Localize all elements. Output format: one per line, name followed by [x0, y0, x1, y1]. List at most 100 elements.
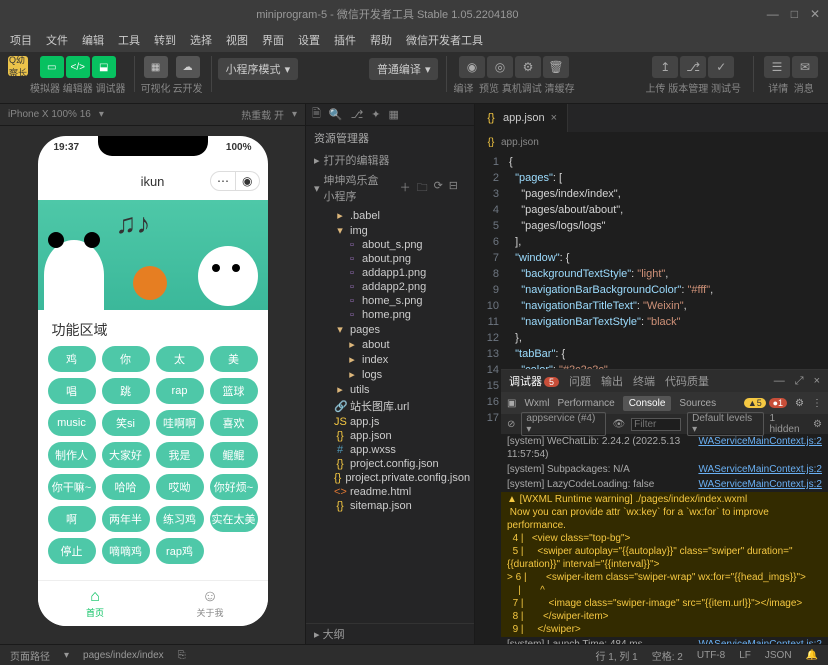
sound-button[interactable]: 篮球: [210, 378, 258, 404]
tree-item[interactable]: ▫home_s.png: [306, 294, 474, 308]
panel-max-icon[interactable]: ⤢: [795, 375, 804, 388]
sound-button[interactable]: 太: [156, 346, 204, 372]
details-button[interactable]: ☰: [764, 56, 790, 78]
editor-tab-app-json[interactable]: {} app.json ×: [475, 104, 568, 132]
encoding[interactable]: UTF-8: [697, 650, 725, 661]
menu-view[interactable]: 视图: [220, 30, 254, 50]
version-button[interactable]: ⎇: [680, 56, 706, 78]
editor-breadcrumb[interactable]: {} app.json: [475, 132, 828, 152]
levels-selector[interactable]: Default levels ▾: [687, 412, 763, 436]
devtools-settings-icon[interactable]: ⚙: [795, 398, 804, 409]
devtools-more-icon[interactable]: ⋮: [812, 398, 822, 409]
sound-button[interactable]: 大家好: [102, 442, 150, 468]
devtab-console[interactable]: Console: [623, 396, 672, 411]
tree-item[interactable]: JSapp.js: [306, 415, 474, 429]
tab-debugger[interactable]: 调试器5: [509, 373, 559, 389]
tree-item[interactable]: ▫addapp2.png: [306, 280, 474, 294]
avatar-icon[interactable]: Q幼察长: [8, 56, 28, 76]
menu-project[interactable]: 项目: [4, 30, 38, 50]
sound-button[interactable]: 练习鸡: [156, 506, 204, 532]
language-mode[interactable]: JSON: [765, 650, 792, 661]
menu-file[interactable]: 文件: [40, 30, 74, 50]
new-file-icon[interactable]: ＋: [400, 179, 411, 198]
indent-setting[interactable]: 空格: 2: [652, 648, 683, 663]
tab-home[interactable]: ⌂ 首页: [38, 581, 153, 626]
outline-section[interactable]: ▸ 大纲: [306, 623, 474, 644]
tree-item[interactable]: {}app.json: [306, 429, 474, 443]
sound-button[interactable]: rap鸡: [156, 538, 204, 564]
sound-button[interactable]: 两年半: [102, 506, 150, 532]
warn-count[interactable]: ▲5: [744, 398, 766, 408]
tab-problems[interactable]: 问题: [569, 373, 591, 389]
eol[interactable]: LF: [739, 650, 751, 661]
context-selector[interactable]: appservice (#4) ▾: [521, 412, 606, 436]
sound-button[interactable]: 喜欢: [210, 410, 258, 436]
explorer-ai-icon[interactable]: ✦: [371, 108, 380, 121]
panel-min-icon[interactable]: —: [774, 375, 785, 387]
capsule-close-icon[interactable]: ◉: [235, 172, 258, 190]
menu-edit[interactable]: 编辑: [76, 30, 110, 50]
explorer-ext-icon[interactable]: ▦: [388, 108, 398, 121]
console-clear-icon[interactable]: ⊘: [507, 419, 515, 430]
tree-item[interactable]: <>readme.html: [306, 485, 474, 499]
explorer-search-icon[interactable]: 🔍: [329, 108, 343, 121]
tree-item[interactable]: ▫about.png: [306, 252, 474, 266]
menu-plugins[interactable]: 插件: [328, 30, 362, 50]
tab-output[interactable]: 输出: [601, 373, 623, 389]
panel-close-icon[interactable]: ×: [814, 375, 820, 387]
menu-select[interactable]: 选择: [184, 30, 218, 50]
console-gear-icon[interactable]: ⚙: [813, 419, 822, 430]
tree-item[interactable]: ▾pages: [306, 322, 474, 337]
devtab-wxml[interactable]: Wxml: [524, 398, 549, 409]
maximize-button[interactable]: □: [791, 7, 798, 21]
tree-item[interactable]: {}sitemap.json: [306, 499, 474, 513]
page-path[interactable]: pages/index/index: [83, 650, 164, 661]
clear-cache-button[interactable]: 🗑: [543, 56, 569, 78]
tree-item[interactable]: {}project.config.json: [306, 457, 474, 471]
sound-button[interactable]: 停止: [48, 538, 96, 564]
sound-button[interactable]: 实在太美: [210, 506, 258, 532]
sound-button[interactable]: 鸡: [48, 346, 96, 372]
sound-button[interactable]: rap: [156, 378, 204, 404]
sound-button[interactable]: 你干嘛~: [48, 474, 96, 500]
menu-tools[interactable]: 工具: [112, 30, 146, 50]
tree-item[interactable]: ▸.babel: [306, 208, 474, 223]
sound-button[interactable]: 嘀嘀鸡: [102, 538, 150, 564]
sound-button[interactable]: 我是: [156, 442, 204, 468]
compile-button[interactable]: ◉: [459, 56, 485, 78]
tree-item[interactable]: ▫home.png: [306, 308, 474, 322]
sound-button[interactable]: 哈哈: [102, 474, 150, 500]
tree-item[interactable]: ▫about_s.png: [306, 238, 474, 252]
message-button[interactable]: ✉: [792, 56, 818, 78]
tree-item[interactable]: ▸about: [306, 337, 474, 352]
tree-item[interactable]: ▸index: [306, 352, 474, 367]
menu-devtools[interactable]: 微信开发者工具: [400, 30, 489, 50]
sound-button[interactable]: music: [48, 410, 96, 436]
open-editors-section[interactable]: ▸ 打开的编辑器: [306, 150, 474, 170]
sound-button[interactable]: 制作人: [48, 442, 96, 468]
cloud-toggle[interactable]: ☁: [176, 56, 200, 78]
tree-item[interactable]: ▾img: [306, 223, 474, 238]
banner[interactable]: ♫♪: [38, 200, 268, 310]
sound-button[interactable]: 笑si: [102, 410, 150, 436]
preview-button[interactable]: ◎: [487, 56, 513, 78]
remote-debug-button[interactable]: ⚙: [515, 56, 541, 78]
tab-terminal[interactable]: 终端: [633, 373, 655, 389]
sound-button[interactable]: 啊: [48, 506, 96, 532]
sound-button[interactable]: 唱: [48, 378, 96, 404]
sound-button[interactable]: 哇啊啊: [156, 410, 204, 436]
log-source-link[interactable]: WAServiceMainContext.js:2: [698, 463, 822, 476]
sound-button[interactable]: 你: [102, 346, 150, 372]
tree-item[interactable]: ▸utils: [306, 382, 474, 397]
sound-button[interactable]: 美: [210, 346, 258, 372]
capsule-menu-icon[interactable]: ⋯: [211, 172, 235, 190]
devtab-sources[interactable]: Sources: [679, 398, 716, 409]
device-selector[interactable]: iPhone X 100% 16: [8, 109, 91, 120]
tab-quality[interactable]: 代码质量: [665, 373, 709, 389]
devtools-toggle-icon[interactable]: ▣: [507, 398, 516, 409]
copy-path-icon[interactable]: ⎘: [178, 650, 186, 661]
hot-reload-toggle[interactable]: 热重载 开: [241, 107, 284, 122]
sound-button[interactable]: 鲲鲲: [210, 442, 258, 468]
visual-toggle[interactable]: ▦: [144, 56, 168, 78]
tab-about[interactable]: ☺ 关于我: [153, 581, 268, 626]
